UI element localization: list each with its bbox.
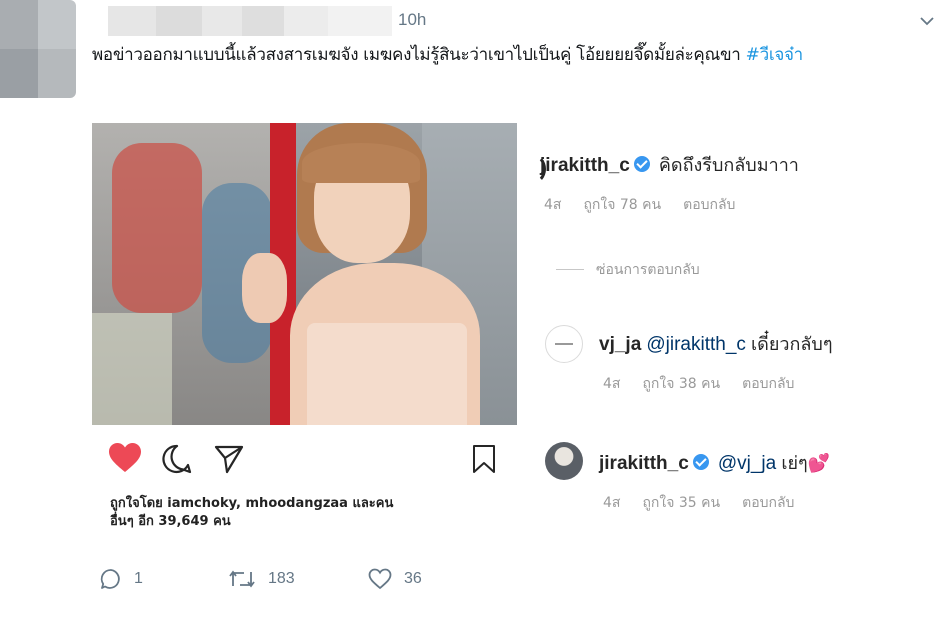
comment-reply-button[interactable]: ตอบกลับ xyxy=(742,376,794,392)
reply-icon xyxy=(100,569,120,589)
retweet-icon xyxy=(229,570,255,588)
like-outline-icon xyxy=(368,568,392,590)
comment-icon[interactable] xyxy=(162,444,192,474)
likes-line-2: อื่นๆ อีก 39,649 คน xyxy=(110,514,231,529)
comment-reply-button[interactable]: ตอบกลับ xyxy=(742,495,794,511)
likes-line-1: ถูกใจโดย iamchoky, mhoodangzaa และคน xyxy=(110,496,394,511)
avatar[interactable] xyxy=(545,442,583,480)
comment-text: เย่ๆ💕 xyxy=(781,453,831,474)
bookmark-icon[interactable] xyxy=(472,444,496,474)
verified-badge-icon xyxy=(692,454,709,470)
comment-likes[interactable]: ถูกใจ 78 คน xyxy=(583,197,661,213)
like-button[interactable]: 36 xyxy=(368,568,422,590)
hide-replies-button[interactable]: ซ่อนการตอบกลับ xyxy=(596,259,700,281)
divider-line xyxy=(556,269,584,270)
avatar[interactable] xyxy=(0,0,76,98)
like-count: 36 xyxy=(404,570,422,587)
hashtag-link[interactable]: #วีเจจ๋า xyxy=(746,45,804,65)
retweet-count: 183 xyxy=(268,570,295,587)
heart-icon[interactable] xyxy=(108,442,142,474)
chevron-down-icon[interactable] xyxy=(917,11,937,31)
comment-age: 4ส xyxy=(544,197,562,213)
instagram-photo[interactable] xyxy=(92,123,517,425)
tweet-text: พอข่าวออกมาแบบนี้แล้วสงสารเมฆจัง เมฆคงไม… xyxy=(92,42,942,68)
comment-reply-button[interactable]: ตอบกลับ xyxy=(683,197,735,213)
comment-mention[interactable]: @jirakitth_c xyxy=(646,334,746,355)
author-name-blurred[interactable] xyxy=(92,6,392,36)
comment-age: 4ส xyxy=(603,495,621,511)
comment-username[interactable]: jirakitth_c xyxy=(599,453,689,474)
comment-age: 4ส xyxy=(603,376,621,392)
reply-button[interactable]: 1 xyxy=(100,568,143,590)
comment-username[interactable]: jirakitth_c xyxy=(540,155,630,176)
send-icon[interactable] xyxy=(214,444,244,474)
avatar[interactable] xyxy=(545,325,583,363)
instagram-actions xyxy=(108,440,508,476)
tweet-actions: 1 183 36 xyxy=(100,568,520,598)
comment-likes[interactable]: ถูกใจ 35 คน xyxy=(642,495,720,511)
tweet-timestamp[interactable]: 10h xyxy=(398,10,426,30)
comment-username[interactable]: vj_ja xyxy=(599,334,641,355)
retweet-button[interactable]: 183 xyxy=(228,568,295,590)
instagram-likes-summary: ถูกใจโดย iamchoky, mhoodangzaa และคน อื่… xyxy=(110,495,490,531)
comment-text: คิดถึงรีบกลับมาาา xyxy=(658,155,799,176)
comment-text: เดี๋ยวกลับๆ xyxy=(751,334,833,355)
comment-mention[interactable]: @vj_ja xyxy=(718,453,776,474)
verified-badge-icon xyxy=(633,156,650,172)
tweet-body: พอข่าวออกมาแบบนี้แล้วสงสารเมฆจัง เมฆคงไม… xyxy=(92,45,746,65)
comment-likes[interactable]: ถูกใจ 38 คน xyxy=(642,376,720,392)
reply-count: 1 xyxy=(134,570,143,587)
